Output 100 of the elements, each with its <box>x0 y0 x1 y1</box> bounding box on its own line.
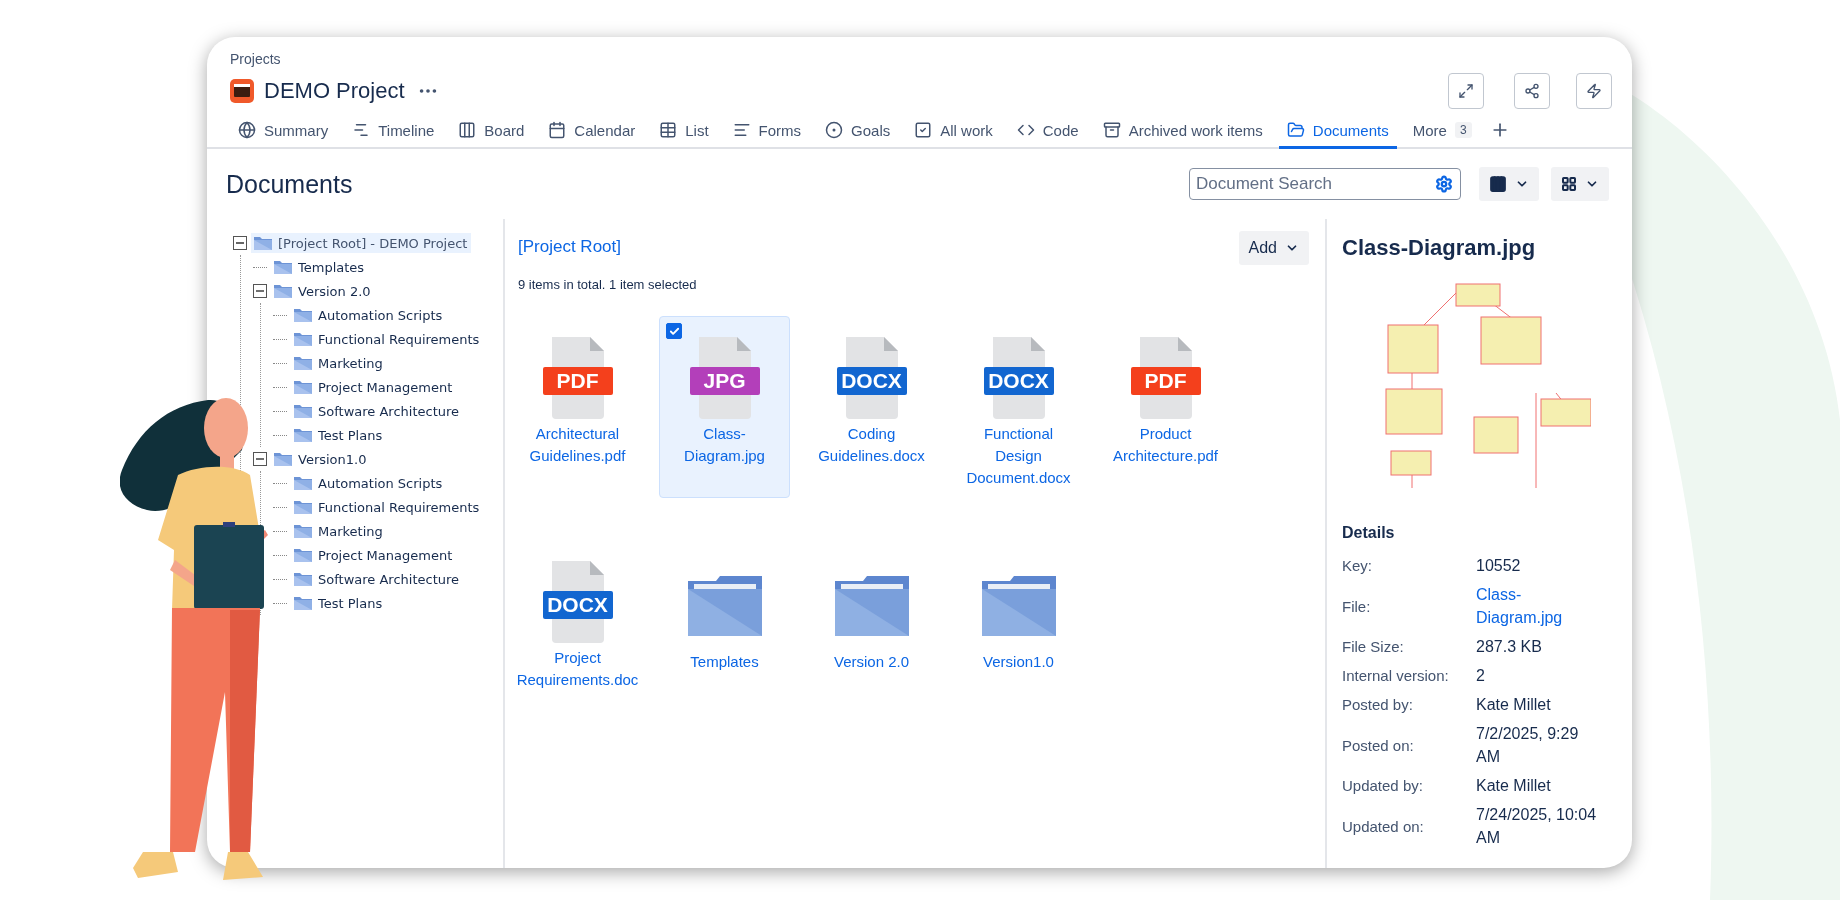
tree-item[interactable]: Automation Scripts <box>291 473 447 493</box>
tree-item[interactable]: Automation Scripts <box>291 305 447 325</box>
folder-icon <box>293 547 313 563</box>
tree-item[interactable]: Version 2.0 <box>271 281 375 301</box>
tab-icon <box>548 121 567 139</box>
file-name-link[interactable]: Architectural Guidelines.pdf <box>527 423 628 467</box>
tree-item[interactable]: Software Architecture <box>291 401 464 421</box>
file-name-link[interactable]: Templates <box>674 651 775 673</box>
search-field[interactable]: Document Search <box>1189 168 1461 200</box>
tree-item[interactable]: Software Architecture <box>291 569 464 589</box>
folder-icon <box>293 571 313 587</box>
nav-tab[interactable]: Calendar <box>540 113 644 149</box>
nav-tab[interactable]: Code <box>1008 113 1087 149</box>
document-tile[interactable]: PDF Architectural Guidelines.pdf <box>512 316 643 498</box>
file-type-badge: JPG <box>689 367 760 395</box>
folder-link[interactable]: [Project Root] <box>518 237 621 257</box>
folder-icon <box>273 451 293 467</box>
tree-item[interactable]: Templates <box>271 257 369 277</box>
file-link[interactable]: Class-Diagram.jpg <box>1476 583 1601 629</box>
page-title: Documents <box>226 169 354 199</box>
file-name-link[interactable]: Version1.0 <box>968 651 1069 673</box>
folder-icon <box>293 307 313 323</box>
detail-label: Internal version: <box>1342 666 1450 686</box>
file-name-link[interactable]: Product Architecture.pdf <box>1112 423 1218 467</box>
file-name-link[interactable]: Version 2.0 <box>821 651 922 673</box>
nav-tab[interactable]: All work <box>906 113 1001 149</box>
detail-value: 10552 <box>1476 556 1522 576</box>
breadcrumb[interactable]: Projects <box>230 51 1612 67</box>
items-summary: 9 items in total. 1 item selected <box>518 277 698 292</box>
add-button[interactable]: Add <box>1238 231 1309 265</box>
tree-item[interactable]: Marketing <box>291 521 387 541</box>
file-type-badge: DOCX <box>983 367 1054 395</box>
columns-view-button[interactable] <box>1479 167 1539 201</box>
tree-item[interactable]: Version1.0 <box>271 449 371 469</box>
nav-tab[interactable]: Documents <box>1278 113 1397 149</box>
checkbox[interactable] <box>666 323 682 339</box>
detail-label: File Size: <box>1342 637 1405 657</box>
document-tile[interactable]: Version 2.0 <box>806 540 937 700</box>
document-tile[interactable]: DOCX Functional Design Document.docx <box>953 316 1084 498</box>
document-tile[interactable]: Version1.0 <box>953 540 1084 700</box>
tab-icon <box>914 121 933 139</box>
settings-icon[interactable] <box>1435 175 1453 193</box>
nav-tab[interactable]: Summary <box>230 113 337 149</box>
nav-tab[interactable]: Forms <box>724 113 810 149</box>
folder-icon <box>253 235 273 251</box>
tab-icon <box>1102 121 1121 139</box>
file-name-link[interactable]: Project Requirements.doc <box>516 647 639 691</box>
folder-icon <box>293 427 313 443</box>
tree-item[interactable]: Project Management <box>291 377 457 397</box>
folder-icon <box>834 575 909 637</box>
detail-label: File: <box>1342 596 1372 617</box>
tab-icon <box>1286 121 1305 139</box>
document-tile[interactable]: PDF Product Architecture.pdf <box>1100 316 1231 498</box>
tree-item[interactable]: Functional Requirements <box>291 329 484 349</box>
nav-tab[interactable]: Board <box>450 113 533 149</box>
tab-icon <box>825 121 844 139</box>
share-icon[interactable] <box>1514 73 1550 109</box>
file-type-badge: PDF <box>1130 367 1201 395</box>
details-heading: Details <box>1342 524 1396 542</box>
file-name-link[interactable]: Coding Guidelines.docx <box>818 423 925 467</box>
nav-tab[interactable]: Goals <box>817 113 899 149</box>
nav-tab[interactable]: Timeline <box>344 113 443 149</box>
document-tile[interactable]: JPG Class-Diagram.jpg <box>659 316 790 498</box>
document-tile[interactable]: Templates <box>659 540 790 700</box>
nav-tab[interactable]: List <box>651 113 717 149</box>
more-tab[interactable]: More 3 <box>1404 113 1480 149</box>
detail-label: Updated by: <box>1342 776 1424 796</box>
folder-icon <box>293 355 313 371</box>
project-title: DEMO Project <box>264 78 405 104</box>
detail-label: Posted on: <box>1342 735 1415 756</box>
grid-view-button[interactable] <box>1551 167 1609 201</box>
document-tile[interactable]: DOCX Project Requirements.doc <box>512 540 643 700</box>
tab-icon <box>732 121 751 139</box>
count-badge: 3 <box>1454 122 1472 138</box>
detail-value: Kate Millet <box>1476 695 1552 715</box>
tree-item[interactable]: Test Plans <box>291 593 387 613</box>
collapse-icon[interactable] <box>253 452 267 466</box>
file-name-link[interactable]: Class-Diagram.jpg <box>674 423 775 467</box>
tab-icon <box>352 121 371 139</box>
tab-icon <box>659 121 678 139</box>
tree-item[interactable]: Marketing <box>291 353 387 373</box>
folder-icon <box>293 331 313 347</box>
detail-value: 7/2/2025, 9:29 AM <box>1476 724 1580 767</box>
file-name-link[interactable]: Functional Design Document.docx <box>966 423 1071 489</box>
tree-item[interactable]: Test Plans <box>291 425 387 445</box>
folder-icon <box>293 523 313 539</box>
tree-item[interactable]: Project Management <box>291 545 457 565</box>
document-tile[interactable]: DOCX Coding Guidelines.docx <box>806 316 937 498</box>
details-title: Class-Diagram.jpg <box>1342 235 1537 261</box>
nav-tab[interactable]: Archived work items <box>1094 113 1271 149</box>
folder-icon <box>293 379 313 395</box>
collapse-icon[interactable] <box>253 284 267 298</box>
expand-icon[interactable] <box>1448 73 1484 109</box>
lightning-icon[interactable] <box>1576 73 1612 109</box>
file-type-badge: DOCX <box>836 367 907 395</box>
tree-item[interactable]: [Project Root] - DEMO Project <box>251 233 472 253</box>
folder-icon <box>293 475 313 491</box>
detail-label: Posted by: <box>1342 695 1414 715</box>
tree-item[interactable]: Functional Requirements <box>291 497 484 517</box>
collapse-icon[interactable] <box>233 236 247 250</box>
